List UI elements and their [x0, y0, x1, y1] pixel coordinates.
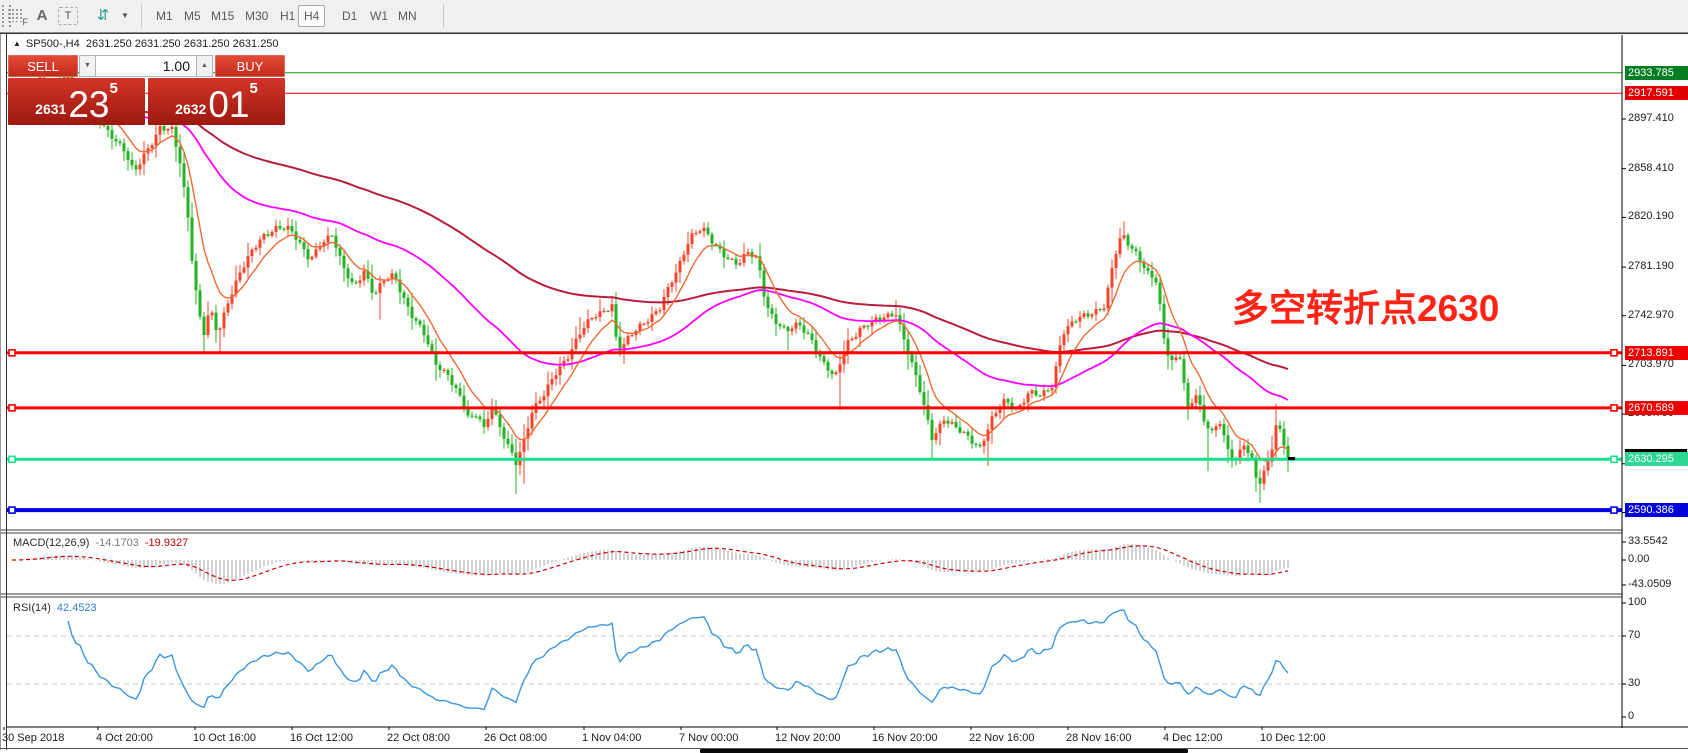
- macd-scale-label: -43.0509: [1628, 578, 1672, 590]
- y-axis-tick-label: 2858.410: [1628, 161, 1674, 174]
- macd-scale-label: 33.5542: [1628, 535, 1668, 547]
- macd-indicator-label: MACD(12,26,9) -14.1703 -19.9327: [13, 537, 188, 549]
- line-handle[interactable]: [1610, 455, 1618, 464]
- rsi-scale-label: 0: [1628, 710, 1635, 722]
- chart-symbol-header[interactable]: ▲ SP500-,H4 2631.250 2631.250 2631.250 26…: [13, 38, 279, 50]
- y-axis-tick-label: 2781.190: [1628, 260, 1674, 273]
- date-label: 7 Nov 00:00: [679, 732, 739, 744]
- buy-price-pips: 01: [208, 84, 250, 125]
- price-badge: 2590.386: [1625, 503, 1688, 518]
- line-handle[interactable]: [8, 455, 16, 464]
- line-handle[interactable]: [1610, 404, 1618, 412]
- line-handle[interactable]: [1610, 348, 1618, 357]
- horizontal-level-line[interactable]: [7, 404, 1622, 412]
- rsi-name: RSI(14): [13, 602, 51, 614]
- price-badge: 2917.591: [1625, 86, 1688, 101]
- macd-scale-label: 0.00: [1628, 553, 1650, 565]
- line-handle[interactable]: [8, 348, 16, 357]
- sell-price-fraction: 5: [109, 80, 118, 97]
- chart-left-border: [6, 34, 7, 750]
- window-left-border: [0, 34, 1, 750]
- rsi-scale-label: 100: [1628, 596, 1647, 608]
- sell-button[interactable]: SELL: [8, 55, 78, 77]
- macd-name: MACD(12,26,9): [13, 537, 90, 549]
- horizontal-level-line[interactable]: [7, 506, 1622, 514]
- macd-histogram: [19, 544, 1289, 584]
- buy-price-fraction: 5: [249, 80, 258, 97]
- price-badge: 2933.785: [1625, 65, 1688, 80]
- date-label: 28 Nov 16:00: [1066, 732, 1132, 744]
- sell-price-button[interactable]: 2631 23 5: [8, 78, 145, 125]
- date-label: 10 Dec 12:00: [1260, 732, 1326, 744]
- price-badge: 2670.589: [1625, 400, 1688, 415]
- macd-main-value: -14.1703: [95, 537, 139, 549]
- volume-decrease-button[interactable]: ▼: [79, 55, 96, 77]
- price-badge: 2630.295: [1625, 452, 1688, 467]
- y-axis-tick-label: 2897.410: [1628, 112, 1674, 124]
- date-label: 10 Oct 16:00: [193, 732, 256, 744]
- line-handle[interactable]: [8, 506, 16, 514]
- buy-price-integer: 2632: [175, 101, 207, 117]
- line-handle[interactable]: [8, 404, 16, 412]
- volume-input[interactable]: [95, 55, 197, 77]
- y-axis-tick-label: 2703.970: [1628, 358, 1674, 371]
- sell-price-pips: 23: [68, 84, 110, 125]
- buy-button[interactable]: BUY: [215, 55, 285, 77]
- y-axis-tick-label: 2820.190: [1628, 210, 1674, 223]
- line-handle[interactable]: [1610, 506, 1618, 514]
- date-label: 22 Oct 08:00: [387, 732, 450, 744]
- sell-price-integer: 2631: [35, 101, 67, 117]
- price-badge: 2713.891: [1625, 345, 1688, 360]
- rsi-value: 42.4523: [56, 602, 97, 614]
- rsi-indicator-label: RSI(14) 42.4523: [13, 602, 97, 614]
- date-label: 26 Oct 08:00: [484, 732, 547, 744]
- volume-increase-button[interactable]: ▲: [196, 55, 213, 77]
- one-click-trade-panel: SELL ▼ ▲ BUY 2631 23 5 2632 01 5: [8, 55, 285, 125]
- date-label: 16 Nov 20:00: [872, 732, 938, 744]
- rsi-line: [67, 609, 1289, 711]
- last-price-dash: [1288, 457, 1295, 460]
- ma-fast-line: [11, 77, 1289, 462]
- horizontal-scrollbar-thumb[interactable]: [700, 749, 1188, 753]
- buy-price-button[interactable]: 2632 01 5: [148, 78, 285, 125]
- rsi-scale-label: 30: [1628, 677, 1641, 689]
- macd-signal-value: -19.9327: [144, 537, 189, 549]
- chart-text-annotation[interactable]: 多空转折点2630: [1232, 278, 1499, 332]
- symbol-timeframe-label: SP500-,H4: [25, 38, 80, 50]
- rsi-scale-label: 70: [1628, 629, 1641, 641]
- date-label: 22 Nov 16:00: [969, 732, 1035, 744]
- date-label: 16 Oct 12:00: [290, 732, 353, 744]
- collapse-quote-icon[interactable]: ▲: [13, 39, 21, 48]
- date-label: 12 Nov 20:00: [775, 732, 841, 744]
- date-label: 30 Sep 2018: [2, 732, 65, 744]
- date-label: 4 Dec 12:00: [1163, 732, 1223, 744]
- y-axis-tick-label: 2742.970: [1628, 308, 1674, 321]
- trading-platform-window: { "toolbar": { "icons": {"grid_f": "F", …: [0, 0, 1688, 753]
- date-label: 4 Oct 20:00: [96, 732, 153, 744]
- horizontal-level-line[interactable]: [7, 455, 1622, 464]
- date-label: 1 Nov 04:00: [582, 732, 642, 744]
- ohlc-values: 2631.250 2631.250 2631.250 2631.250: [85, 38, 279, 50]
